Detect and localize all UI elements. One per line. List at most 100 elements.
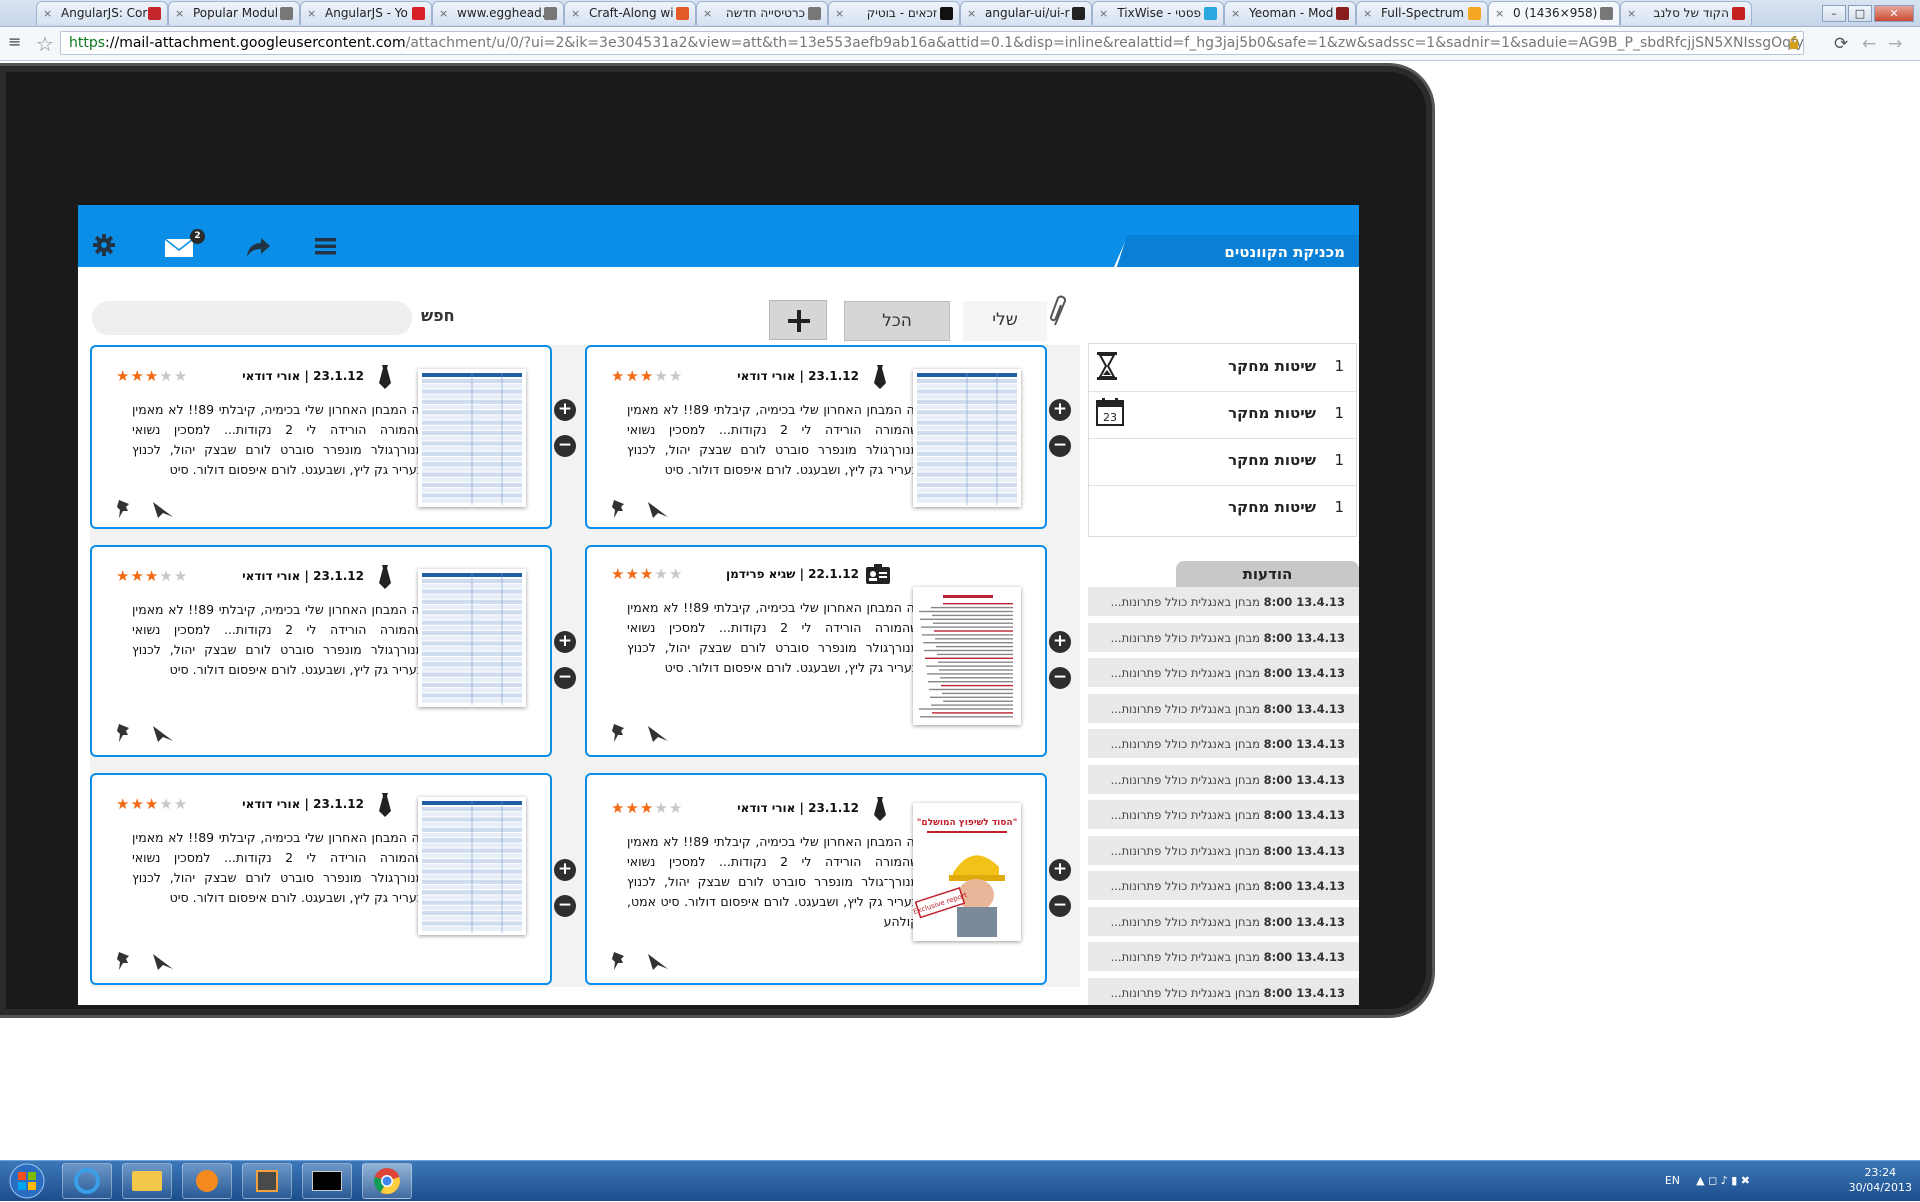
bookmark-star-icon[interactable]: ☆	[36, 32, 54, 56]
note-card[interactable]: ★★★★★ 23.1.12 | אורי דודאי זה המבחן האחרון…	[585, 773, 1047, 985]
pin-icon[interactable]	[611, 499, 627, 519]
stat-row[interactable]: 23 שיטות מחקר 1	[1089, 391, 1356, 439]
notification-item[interactable]: 13.4.13 8:00 מבחן באנגלית כולל פתרונות..…	[1088, 729, 1359, 759]
expand-plus-button[interactable]: +	[554, 859, 576, 881]
notification-item[interactable]: 13.4.13 8:00 מבחן באנגלית כולל פתרונות..…	[1088, 658, 1359, 688]
address-bar[interactable]: https://mail-attachment.googleuserconten…	[60, 31, 1804, 55]
attachment-thumbnail[interactable]	[913, 369, 1021, 507]
rating-stars[interactable]: ★★★★★	[611, 368, 683, 384]
rating-star-icon[interactable]: ★	[145, 567, 159, 585]
browser-tab[interactable]: × הקוד של סלנב	[1620, 1, 1752, 25]
tab-all[interactable]: הכל	[844, 301, 950, 341]
mail-icon[interactable]	[164, 238, 194, 258]
attachment-thumbnail[interactable]	[418, 369, 526, 507]
tray-icons[interactable]: ▲ ◻ ♪ ▮ ✖	[1696, 1174, 1750, 1187]
tab-mine[interactable]: שלי	[963, 301, 1047, 341]
notification-item[interactable]: 13.4.13 8:00 מבחן באנגלית כולל פתרונות..…	[1088, 800, 1359, 830]
browser-tab[interactable]: × Popular Modul	[168, 1, 300, 25]
collapse-minus-button[interactable]: −	[1049, 435, 1071, 457]
attachment-thumbnail[interactable]	[418, 569, 526, 707]
rating-star-icon[interactable]: ★	[640, 367, 654, 385]
send-icon[interactable]	[647, 501, 669, 519]
tab-close-icon[interactable]: ×	[175, 2, 184, 25]
rating-star-icon[interactable]: ★	[611, 367, 625, 385]
language-indicator[interactable]: EN	[1665, 1174, 1680, 1187]
collapse-minus-button[interactable]: −	[554, 667, 576, 689]
rating-star-icon[interactable]: ★	[640, 565, 654, 583]
rating-star-icon[interactable]: ★	[669, 799, 683, 817]
minimize-button[interactable]: –	[1822, 5, 1846, 22]
collapse-minus-button[interactable]: −	[1049, 667, 1071, 689]
notification-item[interactable]: 13.4.13 8:00 מבחן באנגלית כולל פתרונות..…	[1088, 622, 1359, 653]
pin-icon[interactable]	[116, 951, 132, 971]
browser-tab[interactable]: × www.egghead.	[432, 1, 564, 25]
expand-plus-button[interactable]: +	[1049, 859, 1071, 881]
rating-star-icon[interactable]: ★	[625, 565, 639, 583]
rating-star-icon[interactable]: ★	[654, 565, 668, 583]
rating-star-icon[interactable]: ★	[130, 795, 144, 813]
rating-star-icon[interactable]: ★	[174, 567, 188, 585]
search-input[interactable]	[92, 301, 412, 335]
tab-close-icon[interactable]: ×	[835, 2, 844, 25]
rating-star-icon[interactable]: ★	[116, 367, 130, 385]
browser-tab[interactable]: × Yeoman - Mod	[1224, 1, 1356, 25]
taskbar-explorer-icon[interactable]	[122, 1163, 172, 1199]
taskbar-sublime-icon[interactable]	[242, 1163, 292, 1199]
notification-item[interactable]: 13.4.13 8:00 מבחן באנגלית כולל פתרונות..…	[1088, 906, 1359, 937]
rating-star-icon[interactable]: ★	[669, 565, 683, 583]
tab-close-icon[interactable]: ×	[1363, 2, 1372, 25]
tab-close-icon[interactable]: ×	[43, 2, 52, 25]
gear-icon[interactable]	[92, 233, 116, 257]
rating-star-icon[interactable]: ★	[625, 367, 639, 385]
collapse-minus-button[interactable]: −	[1049, 895, 1071, 917]
tab-close-icon[interactable]: ×	[1099, 2, 1108, 25]
pin-icon[interactable]	[611, 951, 627, 971]
browser-tab[interactable]: × Craft-Along wi	[564, 1, 696, 25]
rating-star-icon[interactable]: ★	[159, 795, 173, 813]
maximize-button[interactable]: □	[1848, 5, 1872, 22]
send-icon[interactable]	[647, 725, 669, 743]
taskbar-chrome-icon[interactable]	[362, 1163, 412, 1199]
hamburger-menu-icon[interactable]	[315, 237, 336, 255]
tab-close-icon[interactable]: ×	[967, 2, 976, 25]
rating-stars[interactable]: ★★★★★	[116, 368, 188, 384]
tab-close-icon[interactable]: ×	[1495, 2, 1504, 25]
tab-close-icon[interactable]: ×	[439, 2, 448, 25]
rating-star-icon[interactable]: ★	[130, 367, 144, 385]
attachment-thumbnail[interactable]: "הסוד לשיפוץ המושלם" Exclusive report	[913, 803, 1021, 941]
rating-star-icon[interactable]: ★	[625, 799, 639, 817]
tab-close-icon[interactable]: ×	[571, 2, 580, 25]
rating-star-icon[interactable]: ★	[174, 795, 188, 813]
stat-row[interactable]: שיטות מחקר 1	[1089, 485, 1356, 532]
browser-tab[interactable]: × 0 (1436×958)	[1488, 1, 1620, 25]
attachment-thumbnail[interactable]	[913, 587, 1021, 725]
pin-icon[interactable]	[116, 723, 132, 743]
share-icon[interactable]	[245, 235, 271, 259]
note-card[interactable]: ★★★★★ 23.1.12 | אורי דודאי זה המבחן האחרון…	[90, 773, 552, 985]
rating-star-icon[interactable]: ★	[611, 799, 625, 817]
browser-tab[interactable]: × angular-ui/ui-r	[960, 1, 1092, 25]
notification-item[interactable]: 13.4.13 8:00 מבחן באנגלית כולל פתרונות..…	[1088, 977, 1359, 1005]
browser-tab[interactable]: × כרטיסייה חדשה	[696, 1, 828, 25]
tab-close-icon[interactable]: ×	[703, 2, 712, 25]
notification-item[interactable]: 13.4.13 8:00 מבחן באנגלית כולל פתרונות..…	[1088, 871, 1359, 901]
taskbar-cmd-icon[interactable]	[302, 1163, 352, 1199]
start-button[interactable]	[4, 1162, 50, 1200]
browser-tab[interactable]: × AngularJS - Yo	[300, 1, 432, 25]
taskbar-ie-icon[interactable]	[62, 1163, 112, 1199]
rating-stars[interactable]: ★★★★★	[116, 796, 188, 812]
close-window-button[interactable]: ✕	[1874, 5, 1914, 22]
rating-star-icon[interactable]: ★	[145, 367, 159, 385]
notification-item[interactable]: 13.4.13 8:00 מבחן באנגלית כולל פתרונות..…	[1088, 693, 1359, 724]
expand-plus-button[interactable]: +	[1049, 399, 1071, 421]
send-icon[interactable]	[152, 953, 174, 971]
rating-star-icon[interactable]: ★	[159, 567, 173, 585]
stat-row[interactable]: שיטות מחקר 1	[1089, 438, 1356, 486]
tab-close-icon[interactable]: ×	[307, 2, 316, 25]
notification-item[interactable]: 13.4.13 8:00 מבחן באנגלית כולל פתרונות..…	[1088, 835, 1359, 866]
expand-plus-button[interactable]: +	[1049, 631, 1071, 653]
browser-tab[interactable]: × זכאים - בוטיק	[828, 1, 960, 25]
rating-stars[interactable]: ★★★★★	[611, 566, 683, 582]
note-card[interactable]: ★★★★★ 22.1.12 | שגיא פרידמן זה המבחן האחרו…	[585, 545, 1047, 757]
rating-star-icon[interactable]: ★	[654, 367, 668, 385]
